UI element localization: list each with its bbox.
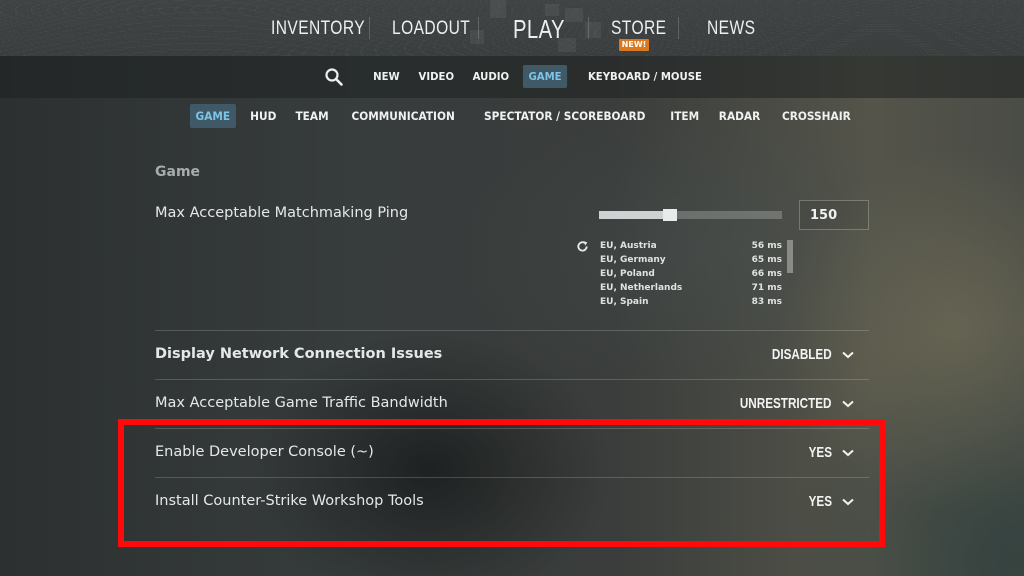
nav-news[interactable]: NEWS — [707, 18, 755, 40]
nav-separator — [369, 17, 370, 39]
server-row: EU, Netherlands 71 ms — [600, 282, 782, 296]
chevron-down-icon — [842, 400, 854, 407]
tab-audio[interactable]: AUDIO — [468, 65, 516, 88]
nav-store[interactable]: STORE — [611, 18, 666, 40]
nav-play[interactable]: PLAY — [513, 14, 565, 45]
server-row: EU, Germany 65 ms — [600, 254, 782, 268]
nav-inventory[interactable]: INVENTORY — [271, 18, 365, 40]
server-row: EU, Poland 66 ms — [600, 268, 782, 282]
subtab-item[interactable]: ITEM — [665, 104, 705, 128]
subtab-game[interactable]: GAME — [189, 104, 236, 128]
divider — [155, 330, 869, 331]
top-navigation: INVENTORY LOADOUT PLAY STORE NEW! NEWS — [0, 0, 1024, 56]
game-subtabs: GAME HUD TEAM COMMUNICATION SPECTATOR / … — [188, 104, 860, 128]
server-name: EU, Spain — [600, 297, 649, 307]
nav-loadout[interactable]: LOADOUT — [392, 18, 470, 40]
refresh-icon[interactable] — [576, 240, 589, 253]
server-row: EU, Spain 83 ms — [600, 296, 782, 310]
subtab-team[interactable]: TEAM — [290, 104, 334, 128]
subtab-spectator-scoreboard[interactable]: SPECTATOR / SCOREBOARD — [478, 104, 650, 128]
server-ping: 56 ms — [751, 241, 782, 251]
subtab-communication[interactable]: COMMUNICATION — [346, 104, 460, 128]
dropdown-value: DISABLED — [772, 346, 832, 363]
traffic-bandwidth-dropdown[interactable]: UNRESTRICTED — [714, 395, 854, 412]
matchmaking-ping-label: Max Acceptable Matchmaking Ping — [155, 205, 409, 221]
server-ping: 65 ms — [751, 255, 782, 265]
server-ping: 83 ms — [751, 297, 782, 307]
server-ping: 66 ms — [751, 269, 782, 279]
chevron-down-icon — [842, 351, 854, 358]
network-issues-dropdown[interactable]: DISABLED — [755, 346, 854, 363]
server-name: EU, Austria — [600, 241, 657, 251]
dropdown-value: UNRESTRICTED — [740, 395, 832, 412]
server-row: EU, Austria 56 ms — [600, 240, 782, 254]
server-ping: 71 ms — [751, 283, 782, 293]
subtab-hud[interactable]: HUD — [244, 104, 281, 128]
subtab-radar[interactable]: RADAR — [714, 104, 766, 128]
store-new-badge: NEW! — [619, 39, 649, 51]
section-title: Game — [155, 164, 201, 180]
server-ping-list: EU, Austria 56 ms EU, Germany 65 ms EU, … — [600, 240, 782, 310]
slider-handle[interactable] — [663, 209, 678, 221]
subtab-crosshair[interactable]: CROSSHAIR — [777, 104, 857, 128]
server-name: EU, Netherlands — [600, 283, 683, 293]
server-name: EU, Poland — [600, 269, 655, 279]
highlight-annotation-box — [118, 419, 885, 547]
settings-tabs: NEW VIDEO AUDIO GAME KEYBOARD / MOUSE — [324, 65, 713, 88]
search-icon[interactable] — [324, 67, 344, 87]
slider-fill — [599, 211, 671, 219]
tab-keyboard-mouse[interactable]: KEYBOARD / MOUSE — [583, 65, 708, 88]
nav-separator — [678, 17, 679, 39]
nav-separator — [588, 17, 589, 39]
matchmaking-ping-slider[interactable] — [599, 209, 782, 221]
tab-new[interactable]: NEW — [368, 65, 406, 88]
matchmaking-ping-input[interactable] — [799, 200, 869, 230]
server-list-scrollbar[interactable] — [787, 240, 793, 273]
traffic-bandwidth-label: Max Acceptable Game Traffic Bandwidth — [155, 395, 448, 411]
network-issues-label: Display Network Connection Issues — [155, 346, 443, 362]
server-name: EU, Germany — [600, 255, 666, 265]
tab-video[interactable]: VIDEO — [413, 65, 460, 88]
tab-game[interactable]: GAME — [523, 65, 568, 88]
nav-separator — [478, 17, 479, 39]
divider — [155, 379, 869, 380]
